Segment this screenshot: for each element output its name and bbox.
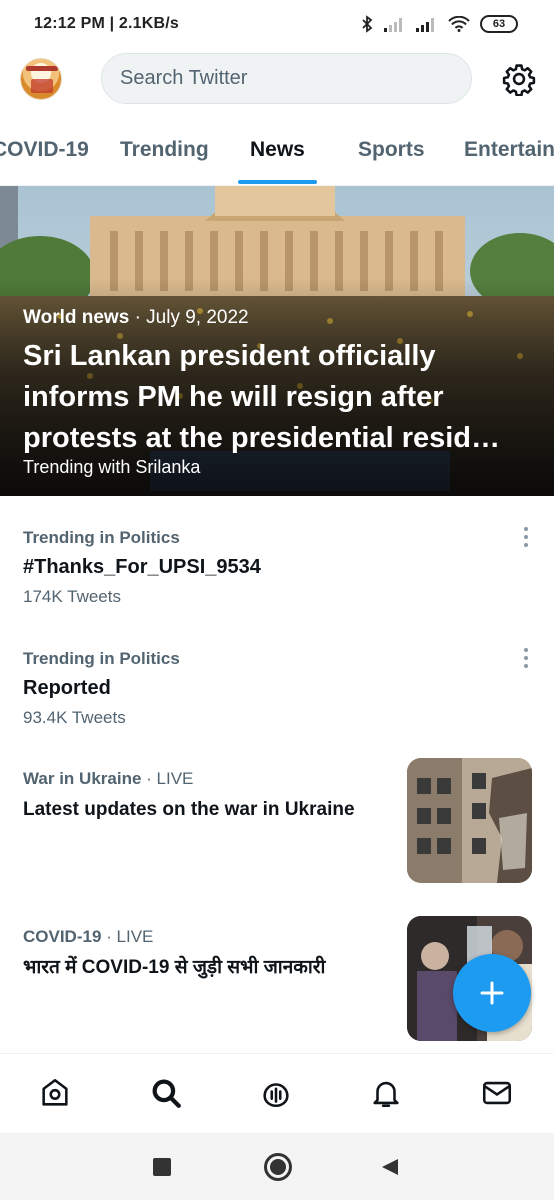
hero-subtitle: Trending with Srilanka bbox=[23, 457, 201, 477]
home-icon[interactable] bbox=[38, 1076, 72, 1110]
hero-date: · July 9, 2022 bbox=[134, 307, 249, 328]
more-options-icon[interactable] bbox=[516, 522, 536, 552]
status-bar: 12:12 PM | 2.1KB/s 63 bbox=[0, 0, 554, 48]
signal-icon bbox=[384, 18, 402, 32]
battery-icon: 63 bbox=[480, 15, 518, 33]
profile-avatar[interactable] bbox=[20, 58, 62, 100]
recents-icon[interactable] bbox=[153, 1158, 171, 1176]
trend-name: Reported bbox=[23, 677, 111, 699]
tab-entertainment[interactable]: Entertain bbox=[464, 138, 554, 162]
plus-icon bbox=[480, 981, 504, 1005]
messages-icon[interactable] bbox=[480, 1076, 514, 1110]
spaces-icon[interactable] bbox=[259, 1076, 293, 1110]
status-time-speed: 12:12 PM | 2.1KB/s bbox=[34, 15, 180, 32]
search-input[interactable]: Search Twitter bbox=[101, 53, 472, 104]
search-placeholder: Search Twitter bbox=[120, 67, 248, 89]
tab-covid-19[interactable]: COVID-19 bbox=[0, 138, 89, 162]
trend-category: Trending in Politics bbox=[23, 528, 180, 547]
tab-trending[interactable]: Trending bbox=[120, 138, 209, 162]
home-circle-icon[interactable] bbox=[264, 1153, 292, 1181]
trend-count: 93.4K Tweets bbox=[23, 708, 126, 727]
news-item[interactable]: War in Ukraine · LIVE Latest updates on … bbox=[0, 758, 554, 897]
tab-news[interactable]: News bbox=[250, 138, 305, 162]
compose-tweet-button[interactable] bbox=[453, 954, 531, 1032]
status-icons: 63 bbox=[360, 15, 518, 33]
bottom-navigation bbox=[0, 1053, 554, 1133]
news-topic: War in Ukraine bbox=[23, 769, 142, 788]
back-icon[interactable] bbox=[380, 1157, 400, 1177]
trend-category: Trending in Politics bbox=[23, 649, 180, 668]
news-category: COVID-19 · LIVE bbox=[23, 927, 153, 947]
news-status: · LIVE bbox=[106, 927, 154, 946]
damaged-building-image bbox=[407, 758, 532, 883]
hero-category: World news bbox=[23, 307, 130, 328]
explore-header: Search Twitter bbox=[0, 50, 554, 110]
hero-news-card[interactable]: World news · July 9, 2022 Sri Lankan pre… bbox=[0, 186, 554, 496]
news-category: War in Ukraine · LIVE bbox=[23, 769, 193, 789]
gear-icon[interactable] bbox=[502, 62, 536, 96]
news-topic: COVID-19 bbox=[23, 927, 102, 946]
news-title: भारत में COVID-19 से जुड़ी सभी जानकारी bbox=[23, 957, 326, 978]
news-status: · LIVE bbox=[146, 769, 194, 788]
signal-icon bbox=[416, 18, 434, 32]
wifi-icon bbox=[448, 16, 470, 32]
hero-meta: World news · July 9, 2022 bbox=[23, 307, 249, 329]
active-tab-indicator bbox=[238, 180, 317, 184]
trend-item[interactable]: Trending in Politics Reported 93.4K Twee… bbox=[0, 648, 554, 769]
explore-tabs: COVID-19 Trending News Sports Entertain bbox=[0, 128, 554, 186]
more-options-icon[interactable] bbox=[516, 643, 536, 673]
notifications-icon[interactable] bbox=[369, 1076, 403, 1110]
system-navigation-bar bbox=[0, 1133, 554, 1200]
bluetooth-icon bbox=[362, 15, 373, 33]
trend-item[interactable]: Trending in Politics #Thanks_For_UPSI_95… bbox=[0, 527, 554, 648]
trend-count: 174K Tweets bbox=[23, 587, 121, 606]
tab-sports[interactable]: Sports bbox=[358, 138, 425, 162]
trend-name: #Thanks_For_UPSI_9534 bbox=[23, 556, 261, 578]
hero-title: Sri Lankan president officially informs … bbox=[23, 340, 501, 454]
news-title: Latest updates on the war in Ukraine bbox=[23, 799, 355, 820]
search-icon[interactable] bbox=[149, 1076, 183, 1110]
